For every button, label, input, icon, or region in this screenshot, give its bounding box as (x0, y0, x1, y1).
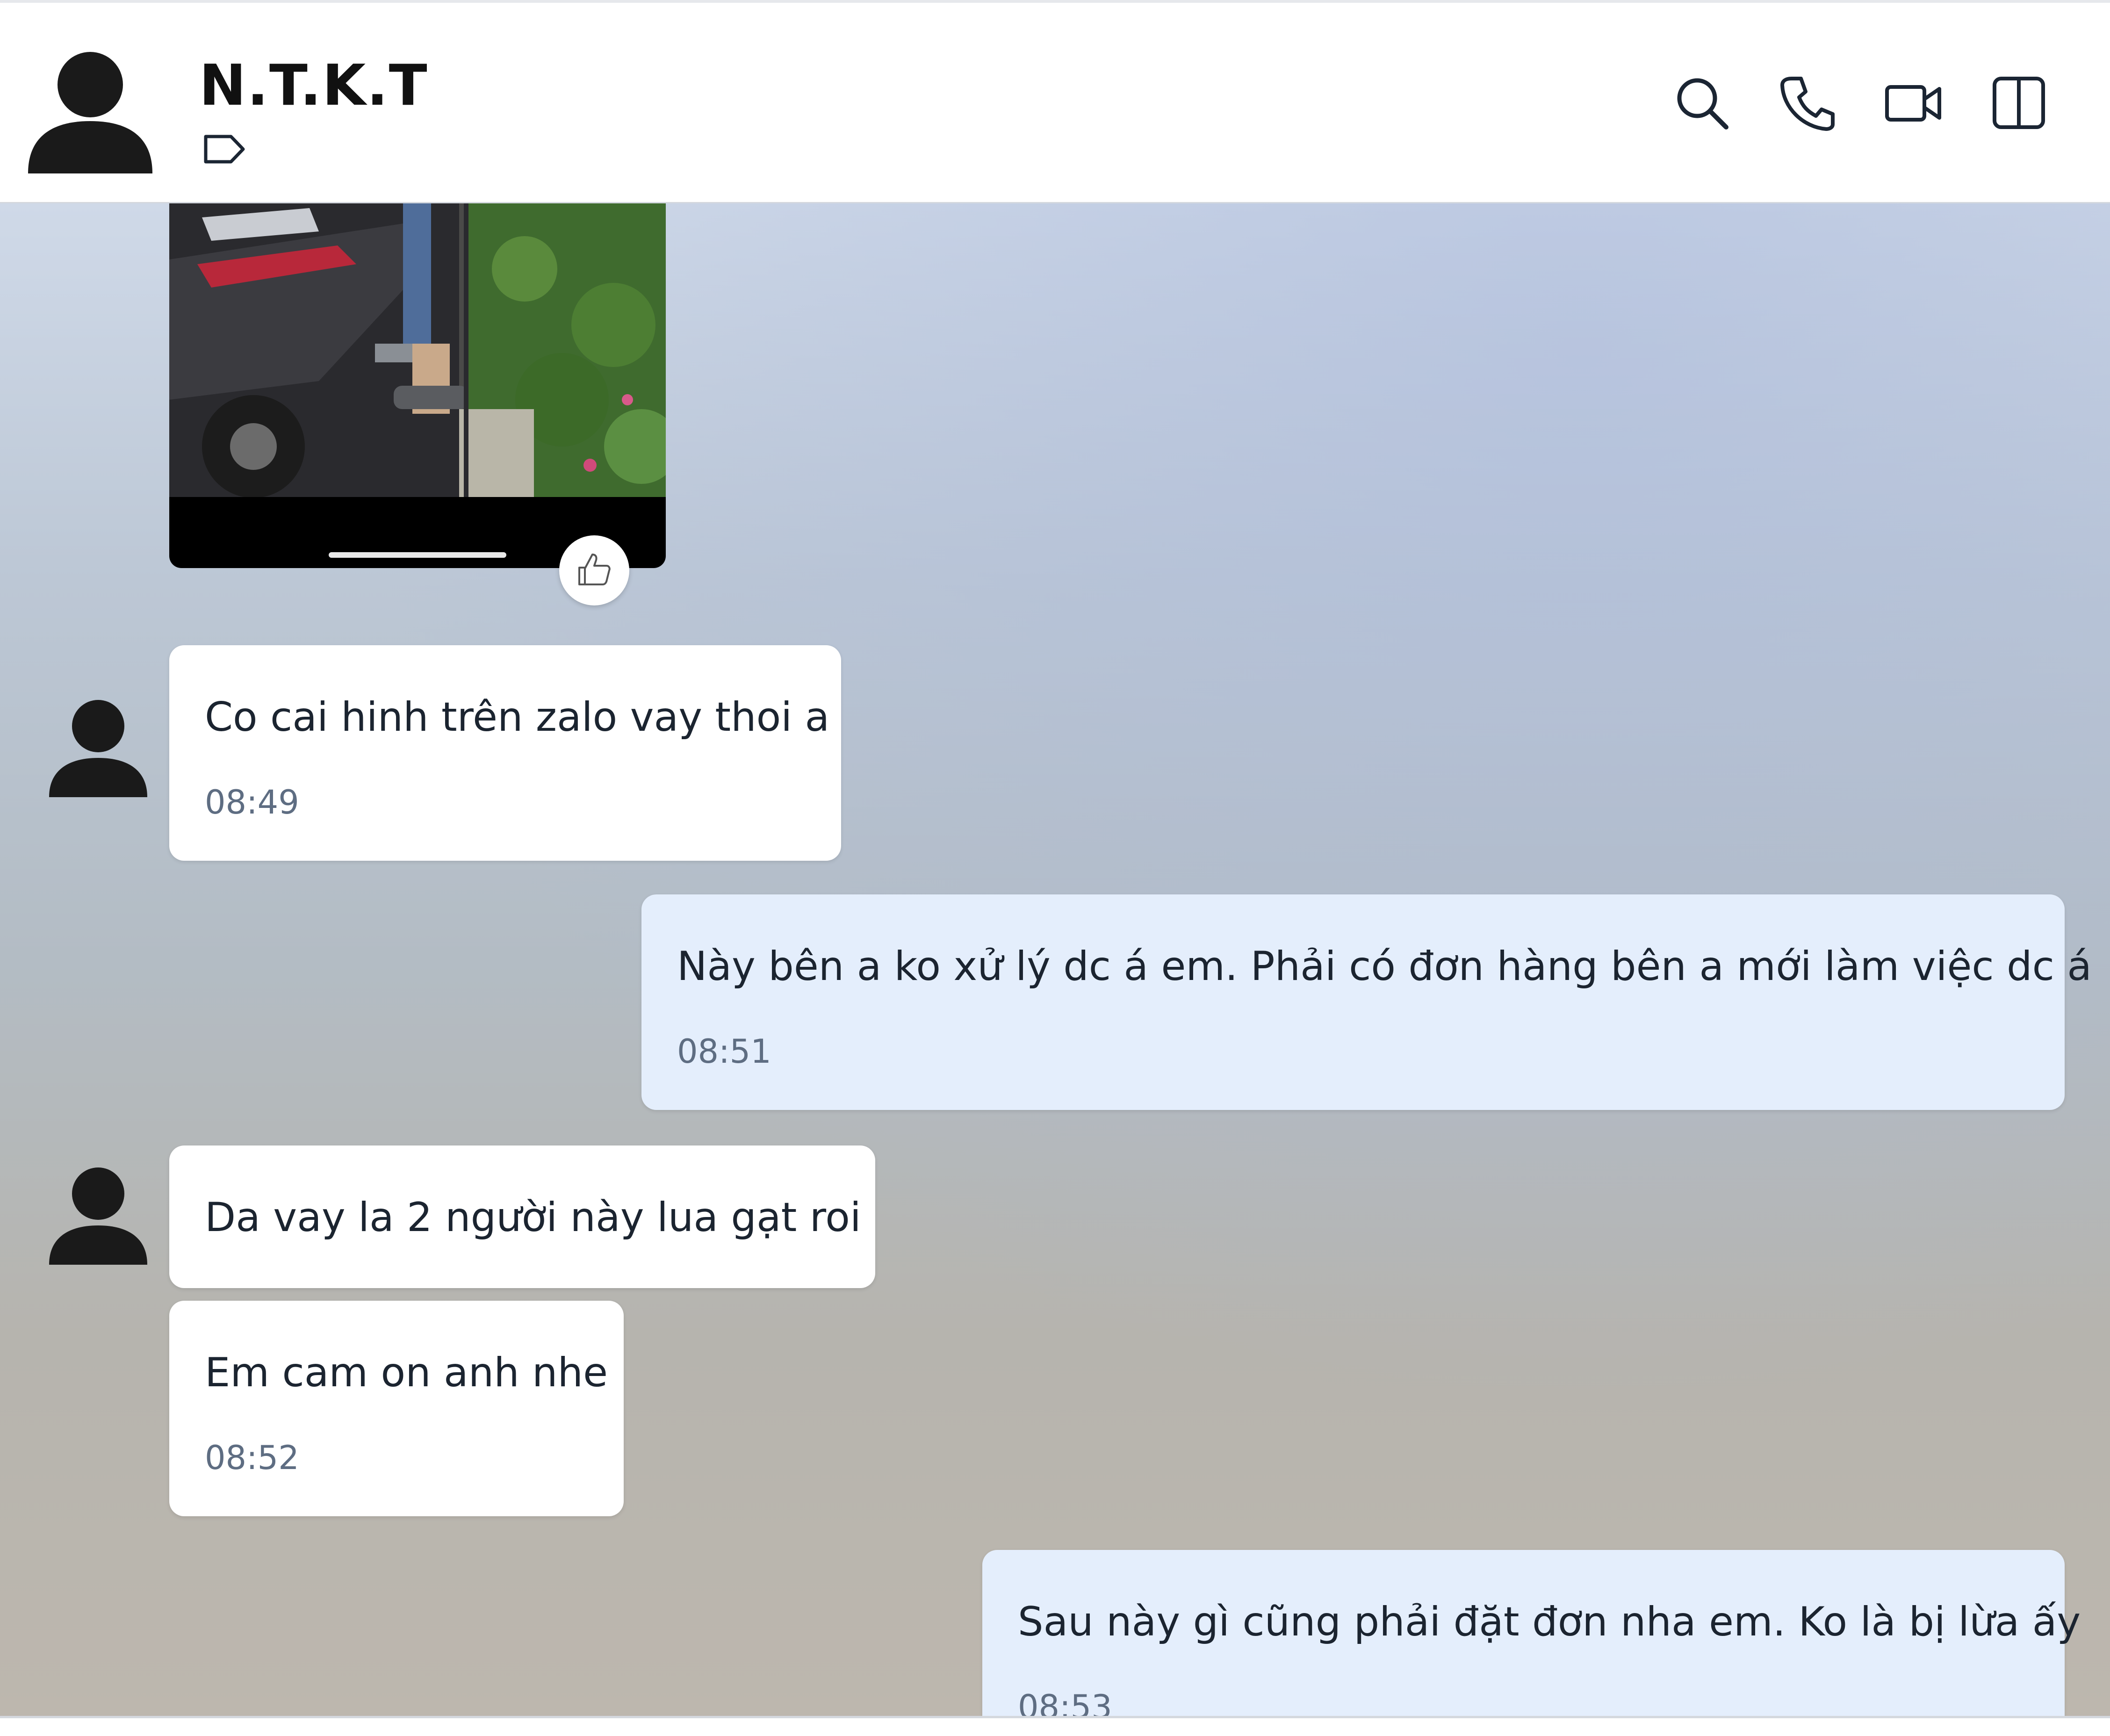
home-indicator (329, 552, 506, 558)
search-icon[interactable] (1673, 74, 1731, 132)
message-text: Da vay la 2 người này lua gạt roi (205, 1194, 861, 1241)
sender-avatar[interactable] (49, 699, 147, 797)
contact-name[interactable]: N.T.K.T (199, 53, 428, 118)
message-text: Co cai hinh trên zalo vay thoi a (205, 694, 830, 741)
message-time: 08:51 (677, 1032, 771, 1071)
message-time: 08:49 (205, 783, 299, 821)
tag-icon[interactable] (202, 133, 247, 166)
avatar-icon (49, 1167, 147, 1265)
like-reaction-button[interactable] (559, 535, 629, 605)
thumbs-up-icon (578, 554, 611, 585)
video-call-icon[interactable] (1884, 74, 1942, 132)
chat-header: N.T.K.T (0, 3, 2110, 203)
sender-avatar[interactable] (49, 1167, 147, 1265)
motorbike-photo (169, 203, 666, 497)
message-text: Em cam on anh nhe (205, 1349, 608, 1396)
message-bubble-incoming[interactable]: Co cai hinh trên zalo vay thoi a 08:49 (169, 645, 841, 861)
avatar-icon (28, 52, 152, 173)
message-text: Này bên a ko xử lý dc á em. Phải có đơn … (677, 943, 2092, 990)
sidebar-toggle-icon[interactable] (1990, 74, 2048, 132)
message-bubble-incoming[interactable]: Da vay la 2 người này lua gạt roi (169, 1145, 875, 1288)
composer-area (0, 1718, 2110, 1736)
avatar-icon (49, 700, 147, 797)
message-text: Sau này gì cũng phải đặt đơn nha em. Ko … (1018, 1599, 2081, 1645)
message-time: 08:52 (205, 1439, 299, 1477)
message-bubble-outgoing[interactable]: Này bên a ko xử lý dc á em. Phải có đơn … (641, 894, 2092, 1110)
message-bubble-incoming[interactable]: Em cam on anh nhe 08:52 (169, 1301, 624, 1516)
message-time: 08:53 (1018, 1688, 1112, 1716)
phone-icon[interactable] (1779, 74, 1836, 132)
image-message[interactable] (169, 203, 666, 568)
message-bubble-outgoing[interactable]: Sau này gì cũng phải đặt đơn nha em. Ko … (982, 1550, 2081, 1716)
message-list[interactable]: Co cai hinh trên zalo vay thoi a 08:49 N… (0, 203, 2110, 1716)
contact-avatar[interactable] (19, 47, 159, 173)
